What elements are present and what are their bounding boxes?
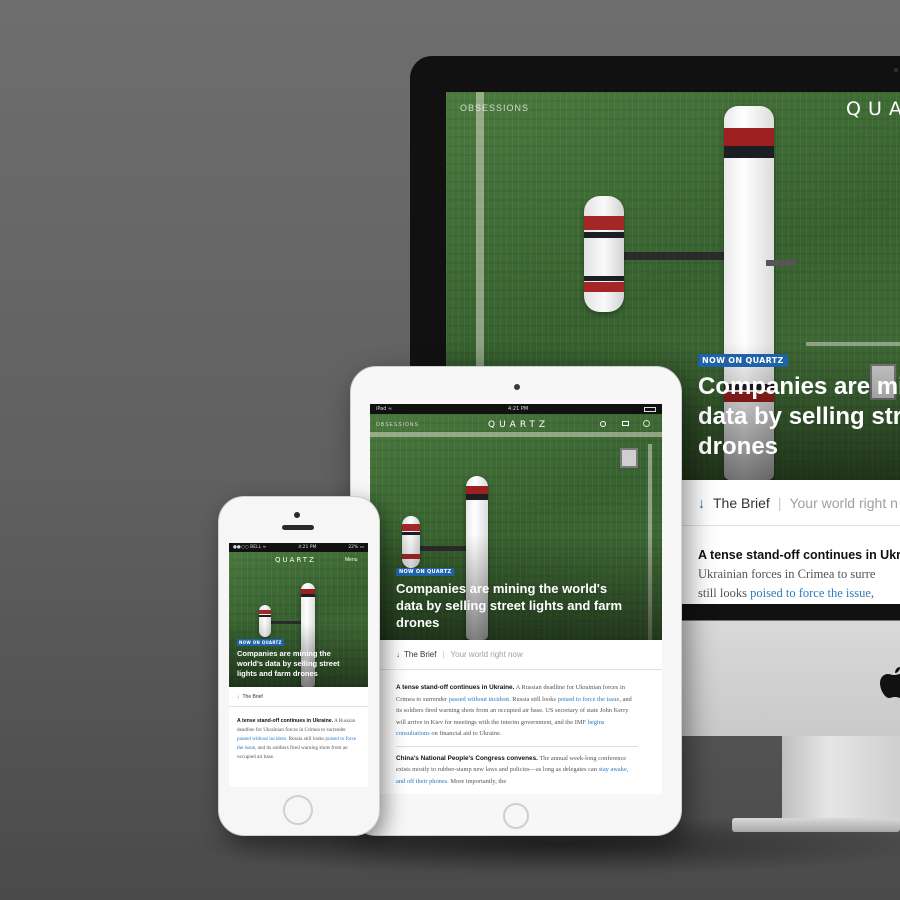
article-body: A tense stand-off continues in Ukraine. … — [370, 670, 662, 794]
hero-headline[interactable]: Companies are mi data by selling str dro… — [698, 372, 900, 462]
imac-foot — [732, 818, 900, 832]
article-link[interactable]: poised to force the issue — [558, 696, 620, 703]
hero-headline[interactable]: Companies are mining the world's data by… — [396, 580, 636, 631]
article-body: A tense stand-off continues in Ukraine. … — [229, 707, 368, 787]
iphone-camera — [294, 512, 300, 518]
battery-icon — [643, 406, 656, 412]
brief-bar[interactable]: ↓ The Brief | Your world right now — [370, 640, 662, 670]
status-bar: ●●○○ BELL ≈ 4:21 PM 22% ▭ — [229, 543, 368, 552]
iphone-speaker — [282, 525, 314, 530]
now-on-quartz-badge[interactable]: NOW ON QUARTZ — [396, 568, 455, 576]
brief-tagline: Your world right n — [789, 494, 898, 511]
imac-camera — [894, 68, 898, 72]
nav-obsessions[interactable]: OBSESSIONS — [376, 422, 419, 428]
now-on-quartz-badge[interactable]: NOW ON QUARTZ — [698, 354, 788, 367]
menu-button[interactable]: Menu — [345, 557, 358, 563]
article-link[interactable]: passed without incident — [237, 736, 286, 742]
iphone-screen: ●●○○ BELL ≈ 4:21 PM 22% ▭ QUARTZ Menu NO… — [229, 543, 368, 787]
quartz-logo[interactable]: QUA — [846, 98, 900, 120]
arrow-down-icon: ↓ — [698, 494, 705, 511]
article-link[interactable]: poised to force the issue — [750, 586, 871, 600]
iphone-home-button[interactable] — [283, 795, 313, 825]
quartz-logo[interactable]: QUARTZ — [488, 420, 549, 430]
article-link[interactable]: passed without incident — [449, 696, 509, 703]
nav-obsessions[interactable]: OBSESSIONS — [460, 103, 529, 113]
brief-label: The Brief — [713, 494, 770, 511]
imac-stand — [782, 736, 900, 826]
ipad-screen: iPad ≈ 4:21 PM OBSESSIONS QUARTZ NOW ON … — [370, 404, 662, 794]
arrow-down-icon: ↓ — [237, 693, 240, 700]
ipad-camera — [514, 384, 520, 390]
settings-icon[interactable] — [643, 420, 650, 427]
hero-headline[interactable]: Companies are mining the world's data by… — [237, 649, 355, 679]
arrow-down-icon: ↓ — [396, 650, 400, 659]
ipad-home-button[interactable] — [503, 803, 529, 829]
brief-bar[interactable]: ↓ The Brief — [229, 687, 368, 707]
quartz-logo[interactable]: QUARTZ — [275, 556, 316, 564]
now-on-quartz-badge[interactable]: NOW ON QUARTZ — [237, 639, 284, 646]
brief-label: The Brief — [242, 693, 263, 700]
search-icon[interactable] — [600, 421, 606, 427]
status-bar: iPad ≈ 4:21 PM — [370, 404, 662, 414]
apple-logo-icon — [880, 667, 900, 698]
mail-icon[interactable] — [622, 421, 629, 426]
brief-tagline: Your world right now — [450, 650, 523, 659]
brief-label: The Brief — [404, 650, 437, 659]
